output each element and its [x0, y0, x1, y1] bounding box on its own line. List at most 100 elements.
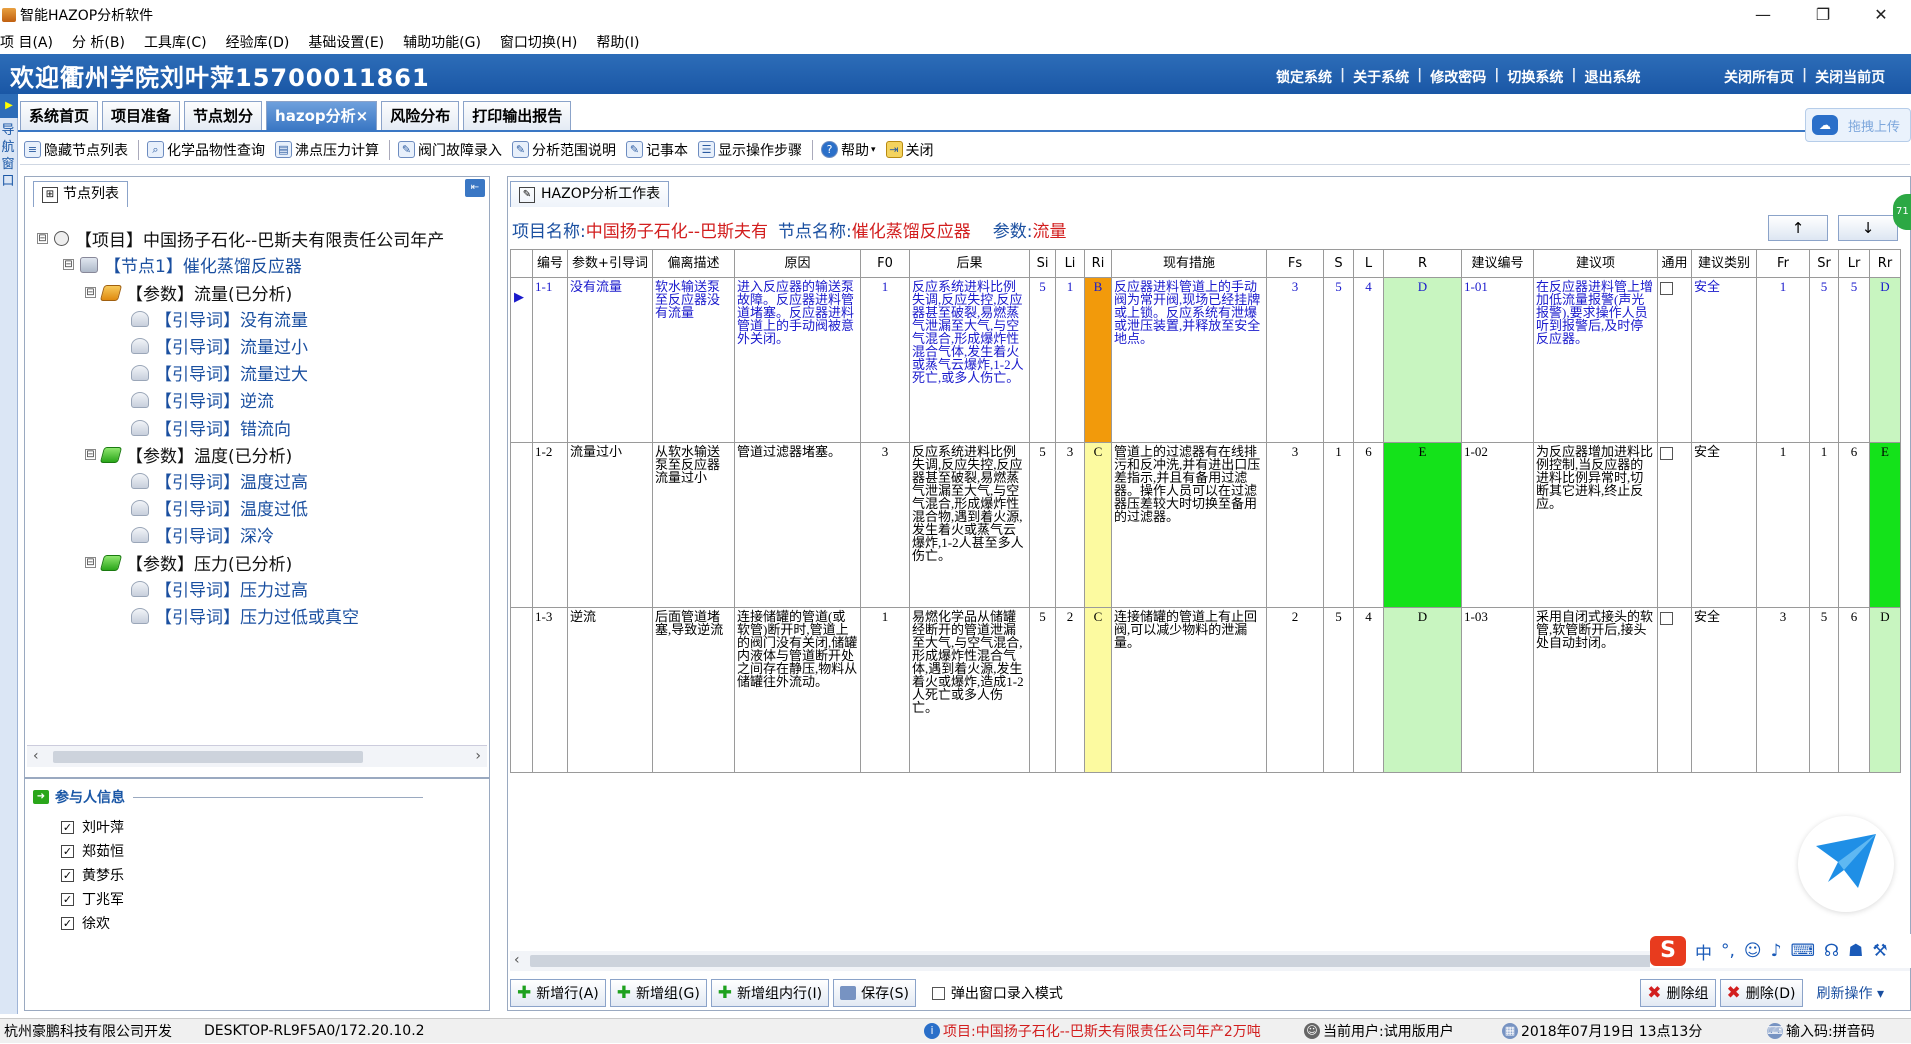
cell-ri[interactable]: B: [1084, 277, 1112, 443]
ime-voice-icon[interactable]: ♪: [1771, 941, 1782, 961]
delete-button[interactable]: ✖ 删除(D): [1719, 979, 1803, 1007]
tree-horizontal-scrollbar[interactable]: ‹ ›: [27, 745, 487, 767]
row-header[interactable]: [510, 442, 533, 608]
scroll-left-icon[interactable]: ‹: [33, 748, 39, 764]
collapse-icon[interactable]: ⊟: [63, 259, 74, 270]
column-header[interactable]: R: [1383, 249, 1462, 278]
cell-cat[interactable]: 安全: [1691, 277, 1757, 443]
collapse-icon[interactable]: ⊟: [85, 449, 96, 460]
participant-item[interactable]: ✓ 丁兆军: [61, 889, 124, 909]
checkbox-checked-icon[interactable]: ✓: [61, 916, 74, 930]
menu-window[interactable]: 窗口切换(H): [500, 32, 577, 52]
cell-cons[interactable]: 易燃化学品从储罐经断开的管道泄漏至大气,与空气混合,形成爆炸性混合气体,遇到着火…: [909, 607, 1030, 773]
column-header[interactable]: Si: [1029, 249, 1056, 278]
row-header[interactable]: ▶: [510, 277, 533, 443]
cell-meas[interactable]: 反应器进料管道上的手动阀为常开阀,现场已经挂牌或上锁。反应系统有泄爆或泄压装置,…: [1111, 277, 1267, 443]
cell-sug[interactable]: 采用自闭式接头的软管,软管断开后,接头处自动封闭。: [1533, 607, 1658, 773]
cell-meas[interactable]: 管道上的过滤器有在线排污和反冲洗,并有进出口压差指示,并且有备用过滤器。操作人员…: [1111, 442, 1267, 608]
cell-rr[interactable]: D: [1869, 607, 1901, 773]
tree-parameter-item[interactable]: ⊟ 【参数】压力(已分析): [85, 549, 292, 576]
cell-sid[interactable]: 1-02: [1461, 442, 1534, 608]
delete-group-button[interactable]: ✖ 删除组: [1640, 979, 1716, 1007]
cell-f0[interactable]: 1: [860, 277, 910, 443]
column-header[interactable]: 偏离描述: [652, 249, 735, 278]
general-checkbox[interactable]: [1660, 611, 1673, 625]
collapse-icon[interactable]: ⊟: [85, 287, 96, 298]
popup-mode-checkbox[interactable]: [931, 986, 945, 1000]
hide-node-list-button[interactable]: ≡ 隐藏节点列表: [20, 137, 132, 163]
tree-guideword-item[interactable]: 【引导词】流量过大: [131, 359, 308, 386]
tree-node-item[interactable]: ⊟ 【节点1】催化蒸馏反应器: [63, 251, 302, 278]
cell-cause[interactable]: 进入反应器的输送泵故障。反应器进料管道堵塞。反应器进料管道上的手动阀被意外关闭。: [734, 277, 861, 443]
cell-guide[interactable]: 逆流: [567, 607, 653, 773]
general-checkbox[interactable]: [1660, 281, 1673, 295]
checkbox-checked-icon[interactable]: ✓: [61, 868, 74, 882]
column-header[interactable]: 建议项: [1533, 249, 1658, 278]
ime-shirt-icon[interactable]: ☗: [1848, 941, 1863, 961]
collapse-icon[interactable]: ⊟: [85, 557, 96, 568]
add-row-in-group-button[interactable]: ✚ 新增组内行(I): [710, 979, 830, 1007]
menu-tools[interactable]: 工具库(C): [144, 32, 207, 52]
column-header[interactable]: Fs: [1266, 249, 1324, 278]
cell-cause[interactable]: 管道过滤器堵塞。: [734, 442, 861, 608]
menu-help[interactable]: 帮助(I): [596, 32, 639, 52]
change-password-link[interactable]: 修改密码: [1422, 67, 1494, 87]
help-button[interactable]: ? 帮助 ▾: [817, 137, 880, 163]
cell-dev[interactable]: 软水输送泵至反应器没有流量: [652, 277, 735, 443]
column-header[interactable]: Ri: [1084, 249, 1112, 278]
cell-gen[interactable]: [1657, 277, 1692, 443]
column-header[interactable]: 建议类别: [1691, 249, 1757, 278]
cell-f0[interactable]: 1: [860, 607, 910, 773]
menu-settings[interactable]: 基础设置(E): [308, 32, 384, 52]
ime-tools-icon[interactable]: ⚒: [1872, 941, 1887, 961]
cell-sr[interactable]: 5: [1809, 607, 1839, 773]
tab-home[interactable]: 系统首页: [20, 101, 99, 130]
table-row[interactable]: 1-2 流量过小 从软水输送泵至反应器流量过小 管道过滤器堵塞。 3 反应系统进料比例失调…: [510, 442, 1901, 608]
cell-s[interactable]: 1: [1323, 442, 1354, 608]
checkbox-checked-icon[interactable]: ✓: [61, 844, 74, 858]
column-header[interactable]: Rr: [1869, 249, 1901, 278]
column-header[interactable]: Li: [1055, 249, 1085, 278]
cell-fr[interactable]: 3: [1756, 607, 1810, 773]
column-header[interactable]: 参数+引导词: [567, 249, 653, 278]
cell-r[interactable]: D: [1383, 607, 1462, 773]
close-current-page-link[interactable]: 关闭当前页: [1807, 67, 1893, 87]
cell-l[interactable]: 4: [1353, 607, 1384, 773]
table-row[interactable]: ▶ 1-1 没有流量 软水输送泵至反应器没有流量 进入反应器的输送泵故障。反应器进料管道…: [510, 277, 1901, 443]
collapse-pane-button[interactable]: ⇤: [465, 179, 485, 197]
ime-punct-icon[interactable]: °,: [1721, 941, 1735, 961]
cell-cat[interactable]: 安全: [1691, 442, 1757, 608]
cell-sid[interactable]: 1-03: [1461, 607, 1534, 773]
column-header[interactable]: Lr: [1838, 249, 1870, 278]
cell-sr[interactable]: 5: [1809, 277, 1839, 443]
valve-fault-button[interactable]: ✎ 阀门故障录入: [394, 137, 506, 163]
scroll-right-icon[interactable]: ›: [475, 748, 481, 764]
cell-sid[interactable]: 1-01: [1461, 277, 1534, 443]
cell-f0[interactable]: 3: [860, 442, 910, 608]
tab-project-prep[interactable]: 项目准备: [102, 101, 181, 130]
column-header[interactable]: 建议编号: [1461, 249, 1534, 278]
popup-mode-option[interactable]: 弹出窗口录入模式: [931, 983, 1063, 1003]
checkbox-checked-icon[interactable]: ✓: [61, 820, 74, 834]
save-button[interactable]: 保存(S): [833, 979, 916, 1007]
column-header[interactable]: S: [1323, 249, 1354, 278]
tab-print-report[interactable]: 打印输出报告: [463, 101, 572, 130]
cell-sug[interactable]: 在反应器进料管上增加低流量报警(声光报警),要求操作人员听到报警后,及时停反应器…: [1533, 277, 1658, 443]
column-header[interactable]: Fr: [1756, 249, 1810, 278]
ime-keyboard-icon[interactable]: ⌨: [1791, 941, 1816, 961]
column-header[interactable]: 现有措施: [1111, 249, 1267, 278]
participant-item[interactable]: ✓ 郑茹恒: [61, 841, 124, 861]
cell-fs[interactable]: 3: [1266, 442, 1324, 608]
participant-item[interactable]: ✓ 黄梦乐: [61, 865, 124, 885]
bird-assistant-icon[interactable]: [1798, 816, 1894, 912]
cell-sr[interactable]: 1: [1809, 442, 1839, 608]
tree-guideword-item[interactable]: 【引导词】没有流量: [131, 305, 308, 332]
refresh-operation-menu[interactable]: 刷新操作 ▾: [1817, 983, 1884, 1003]
cell-lr[interactable]: 6: [1838, 442, 1870, 608]
tree-guideword-item[interactable]: 【引导词】深冷: [131, 521, 274, 548]
minimize-button[interactable]: —: [1735, 0, 1791, 30]
scroll-thumb[interactable]: [53, 751, 363, 763]
about-system-link[interactable]: 关于系统: [1345, 67, 1417, 87]
cell-cons[interactable]: 反应系统进料比例失调,反应失控,反应器甚至破裂,易燃蒸气泄漏至大气,与空气混合,…: [909, 277, 1030, 443]
tab-hazop-analysis[interactable]: hazop分析×: [266, 101, 378, 130]
